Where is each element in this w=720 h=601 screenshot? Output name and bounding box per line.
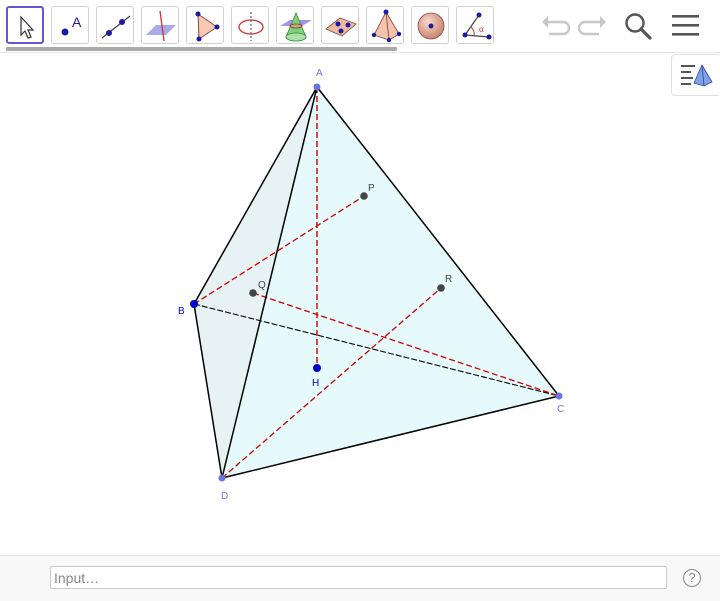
search-button[interactable] [622,10,654,42]
move-tool-button[interactable] [6,6,44,44]
label-p: P [368,183,375,194]
point-h[interactable] [313,364,321,372]
label-d: D [221,491,228,502]
label-r: R [445,274,452,285]
redo-button[interactable] [577,10,609,42]
angle-tool-button[interactable]: α [456,6,494,44]
vertex-d[interactable] [218,474,226,482]
plane-through-points-tool-icon [325,17,357,37]
vertex-b[interactable] [190,300,198,308]
undo-button[interactable] [539,10,571,42]
plane-through-points-tool-button[interactable] [321,6,359,44]
point-p[interactable] [360,192,368,200]
view-settings-icon [681,64,713,87]
point-tool-glyph: A [72,14,82,30]
point-q[interactable] [249,289,257,297]
line-tool-button[interactable] [96,6,134,44]
label-a: A [316,68,323,79]
line-tool-icon [101,15,131,39]
search-icon [625,13,652,40]
face-adc [222,87,559,478]
pyramid-tool-icon [371,9,402,43]
circle-axis-tool-button[interactable] [231,6,269,44]
move-tool-icon [20,15,35,39]
circle-axis-tool-icon [238,12,264,41]
vertex-c[interactable] [555,392,563,400]
point-r[interactable] [437,284,445,292]
undo-icon [542,16,571,36]
input-bar: ? [0,555,720,601]
vertex-a[interactable] [313,83,321,91]
intersect-surfaces-tool-button[interactable] [276,6,314,44]
label-q: Q [258,280,266,291]
intersect-surfaces-tool-icon [280,11,312,42]
perpendicular-line-tool-button[interactable] [141,6,179,44]
label-h: H [312,378,319,389]
label-c: C [557,404,564,415]
point-tool-icon: A [61,14,82,36]
sphere-tool-icon [417,12,445,40]
toolbar-scrollbar[interactable] [6,47,397,51]
angle-tool-glyph: α [479,24,484,34]
point-tool-button[interactable]: A [51,6,89,44]
polygon-tool-button[interactable] [186,6,224,44]
algebra-input-field[interactable] [50,566,667,589]
graphics-view-3d[interactable]: A B C D H P Q R [0,53,720,555]
toolbar: A α [0,0,720,52]
angle-tool-icon: α [462,12,492,40]
help-button[interactable]: ? [683,569,701,587]
perpendicular-line-tool-icon [146,10,176,42]
view-style-button[interactable] [671,54,719,96]
menu-icon [672,15,699,36]
menu-button[interactable] [670,10,702,42]
polygon-tool-icon [195,11,220,42]
redo-icon [577,16,606,36]
pyramid-tool-button[interactable] [366,6,404,44]
sphere-tool-button[interactable] [411,6,449,44]
label-b: B [178,306,185,317]
